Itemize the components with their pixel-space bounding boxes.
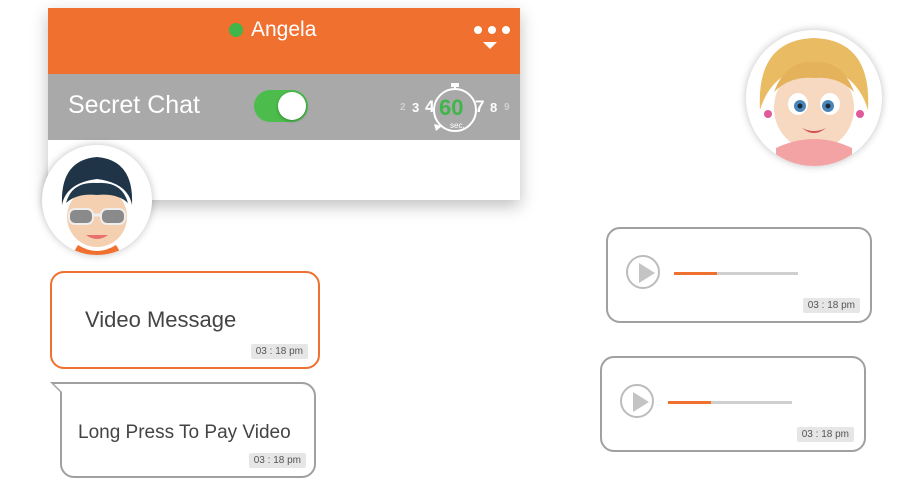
contact-name[interactable]: Angela xyxy=(251,18,316,42)
message-text: Video Message xyxy=(85,307,237,332)
play-icon[interactable] xyxy=(620,384,654,418)
message-text: Long Press To Pay Video xyxy=(78,422,291,443)
voice-progress-fill xyxy=(668,401,712,404)
message-timestamp: 03 : 18 pm xyxy=(796,427,854,442)
timer-option[interactable]: 9 xyxy=(504,102,510,113)
timer-option[interactable]: 2 xyxy=(400,102,406,113)
more-menu-icon[interactable] xyxy=(472,26,512,60)
online-status-icon xyxy=(229,23,243,37)
timer-unit: sec. xyxy=(450,121,465,130)
self-destruct-timer-picker[interactable]: 2 3 4 60 sec. 7 8 9 xyxy=(386,80,516,136)
message-bubble-video[interactable]: Video Message 03 : 18 pm xyxy=(50,271,320,369)
voice-message-bubble[interactable]: 03 : 18 pm xyxy=(606,227,872,323)
timer-selected-value[interactable]: 60 xyxy=(439,95,463,121)
bubble-tail-inner xyxy=(54,384,63,393)
boy-sunglasses-avatar[interactable] xyxy=(42,145,152,255)
play-icon[interactable] xyxy=(626,255,660,289)
secret-chat-label: Secret Chat xyxy=(68,91,201,119)
secret-chat-bar: Secret Chat 2 3 4 60 sec. 7 8 9 xyxy=(48,74,520,140)
message-timestamp: 03 : 18 pm xyxy=(250,344,308,359)
timer-option[interactable]: 7 xyxy=(475,97,484,117)
voice-progress-track[interactable] xyxy=(674,272,798,275)
girl-avatar[interactable] xyxy=(746,30,882,166)
secret-chat-toggle[interactable] xyxy=(254,90,308,122)
toggle-knob xyxy=(278,92,306,120)
voice-progress-fill xyxy=(674,272,718,275)
timer-option[interactable]: 8 xyxy=(490,100,497,115)
message-timestamp: 03 : 18 pm xyxy=(248,453,306,468)
message-bubble-long-press[interactable]: Long Press To Pay Video 03 : 18 pm xyxy=(50,382,316,478)
top-bar: Angela xyxy=(48,8,520,74)
voice-message-bubble[interactable]: 03 : 18 pm xyxy=(600,356,866,452)
message-timestamp: 03 : 18 pm xyxy=(802,298,860,313)
voice-progress-track[interactable] xyxy=(668,401,792,404)
timer-option[interactable]: 3 xyxy=(412,100,419,115)
